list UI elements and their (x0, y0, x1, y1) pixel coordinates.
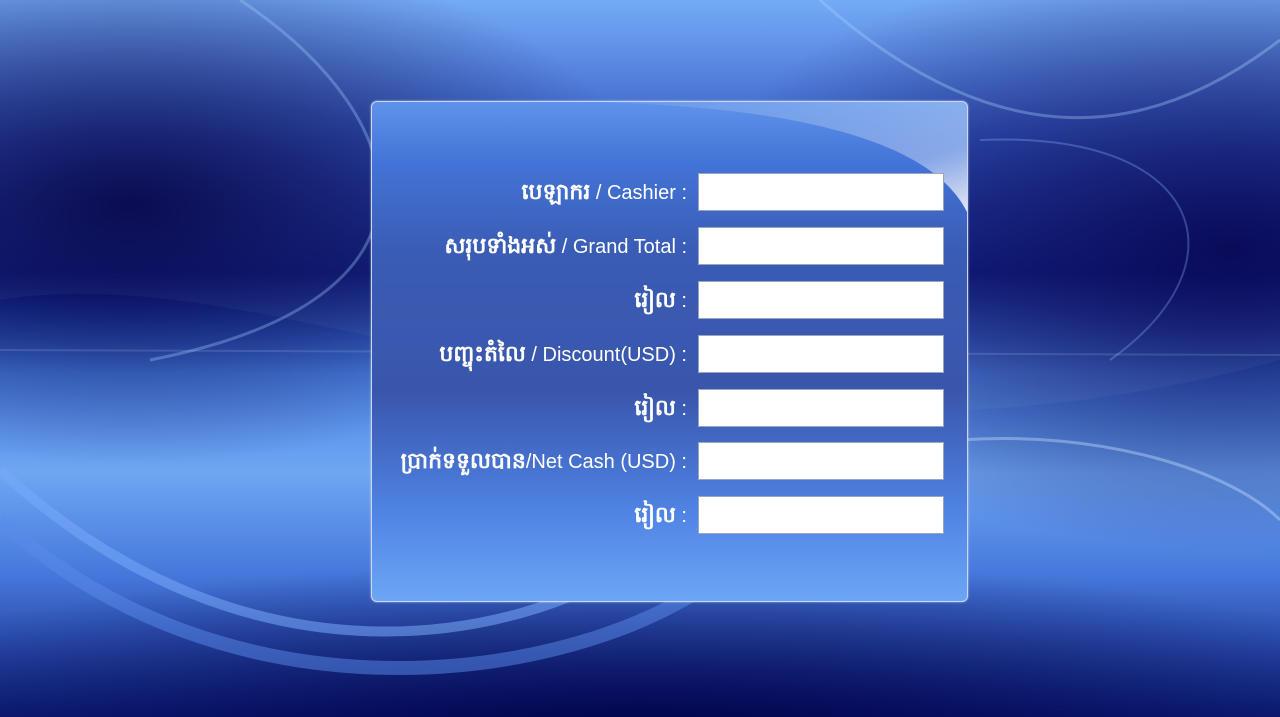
grand-total-riel-row: រៀល : (372, 280, 967, 320)
net-cash-label: ប្រាក់ទទួលបាន/Net Cash (USD) : (400, 448, 687, 474)
net-cash-riel-label: រៀល : (634, 502, 687, 528)
cashier-row: បេឡាករ / Cashier : (372, 172, 967, 212)
discount-riel-row: រៀល : (372, 388, 967, 428)
net-cash-riel-row: រៀល : (372, 495, 967, 535)
grand-total-riel-label: រៀល : (634, 287, 687, 313)
discount-row: បញ្ចុះតំលៃ / Discount(USD) : (372, 334, 967, 374)
net-cash-riel-field[interactable] (698, 496, 944, 534)
cashier-label: បេឡាករ / Cashier : (521, 179, 687, 205)
discount-riel-field[interactable] (698, 389, 944, 427)
discount-label: បញ្ចុះតំលៃ / Discount(USD) : (439, 341, 687, 367)
discount-riel-label: រៀល : (634, 395, 687, 421)
login-panel: បេឡាករ / Cashier : សរុបទាំងអស់ / Grand T… (371, 101, 968, 602)
net-cash-field[interactable] (698, 442, 944, 480)
grand-total-label: សរុបទាំងអស់ / Grand Total : (444, 233, 687, 259)
net-cash-row: ប្រាក់ទទួលបាន/Net Cash (USD) : (372, 441, 967, 481)
grand-total-field[interactable] (698, 227, 944, 265)
cashier-field[interactable] (698, 173, 944, 211)
grand-total-row: សរុបទាំងអស់ / Grand Total : (372, 226, 967, 266)
discount-field[interactable] (698, 335, 944, 373)
grand-total-riel-field[interactable] (698, 281, 944, 319)
